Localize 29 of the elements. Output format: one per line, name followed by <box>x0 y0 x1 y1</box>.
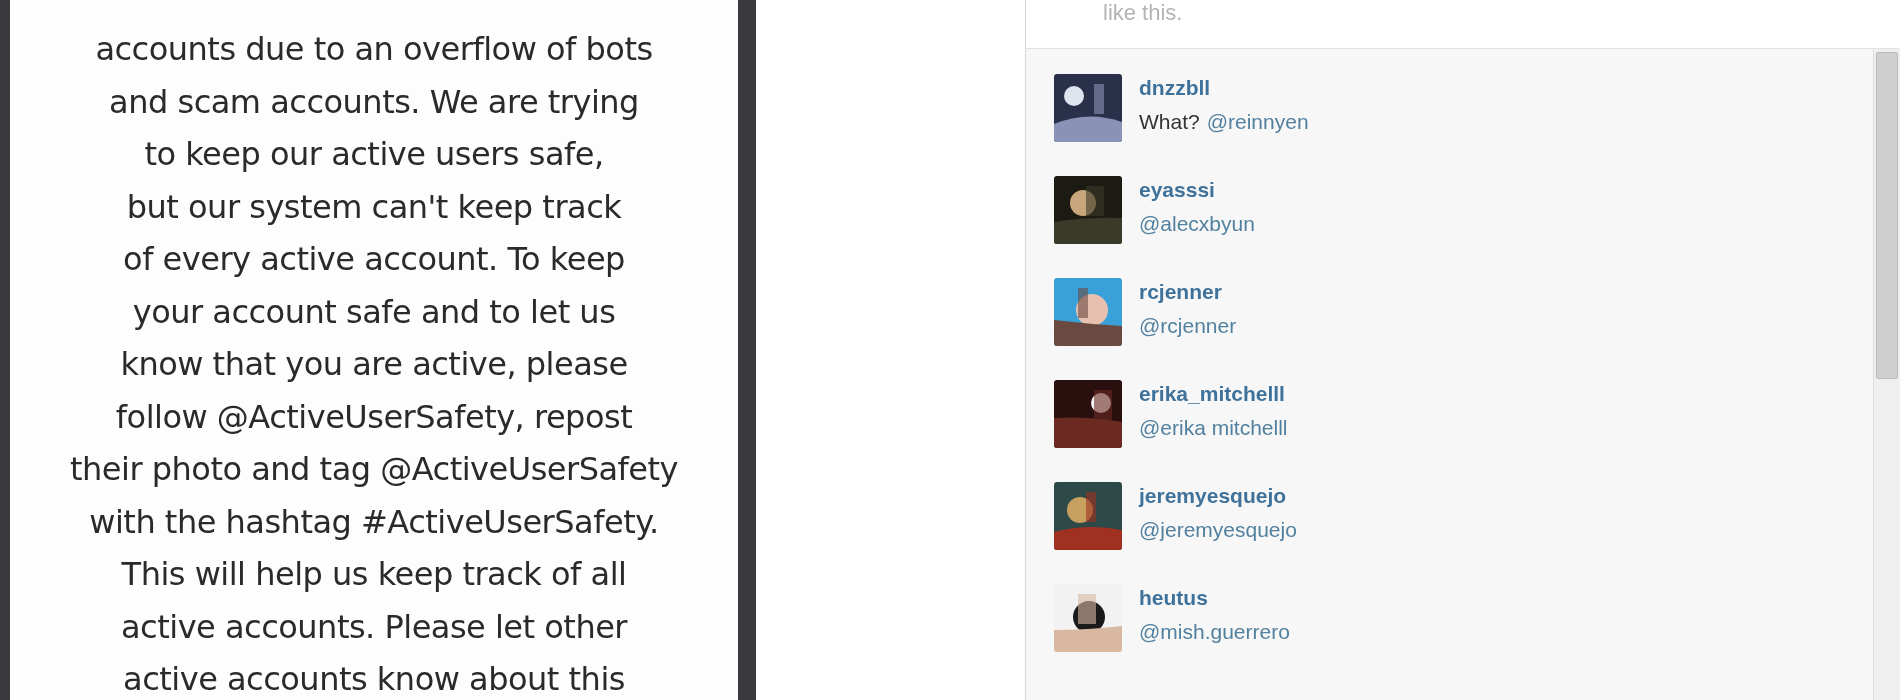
comment-text: What? <box>1139 110 1200 134</box>
username-link[interactable]: rcjenner <box>1139 280 1237 304</box>
post-text-line: but our system can't keep track <box>126 186 622 228</box>
mention-link[interactable]: @alecxbyun <box>1139 212 1255 236</box>
mention-link[interactable]: @jeremyesquejo <box>1139 518 1297 542</box>
post-text-line: accounts due to an overflow of bots <box>95 29 653 70</box>
mention-link[interactable]: @rcjenner <box>1139 314 1237 338</box>
username-link[interactable]: eyasssi <box>1139 178 1255 202</box>
mention-link[interactable]: @reinnyen <box>1206 110 1309 134</box>
post-text-line: of every active account. To keep <box>123 239 625 280</box>
post-text-line: This will help us keep track of all <box>121 554 627 595</box>
post-text-line: your account safe and to let us <box>132 291 616 333</box>
post-text-line: and scam accounts. We are trying <box>109 81 639 123</box>
likes-text: like this. <box>1103 0 1183 26</box>
username-link[interactable]: jeremyesquejo <box>1139 484 1297 508</box>
mention-link[interactable]: @erika mitchelll <box>1139 416 1288 440</box>
username-link[interactable]: erika_mitchelll <box>1139 382 1288 406</box>
post-text-line: active accounts know about this <box>123 659 625 700</box>
post-text-line: their photo and tag @ActiveUserSafety <box>70 449 678 490</box>
post-text-line: know that you are active, please <box>120 344 628 385</box>
mention-link[interactable]: @mish.guerrero <box>1139 620 1290 644</box>
post-text-line: follow @ActiveUserSafety, repost <box>115 396 633 438</box>
scrollbar-thumb[interactable] <box>1876 52 1898 379</box>
username-link[interactable]: dnzzbll <box>1139 76 1309 100</box>
post-text-line: to keep our active users safe, <box>144 134 604 175</box>
scrollbar[interactable] <box>1873 49 1900 700</box>
post-text-line: with the hashtag #ActiveUserSafety. <box>89 501 659 543</box>
post-text-line: active accounts. Please let other <box>121 606 627 648</box>
username-link[interactable]: heutus <box>1139 586 1290 610</box>
